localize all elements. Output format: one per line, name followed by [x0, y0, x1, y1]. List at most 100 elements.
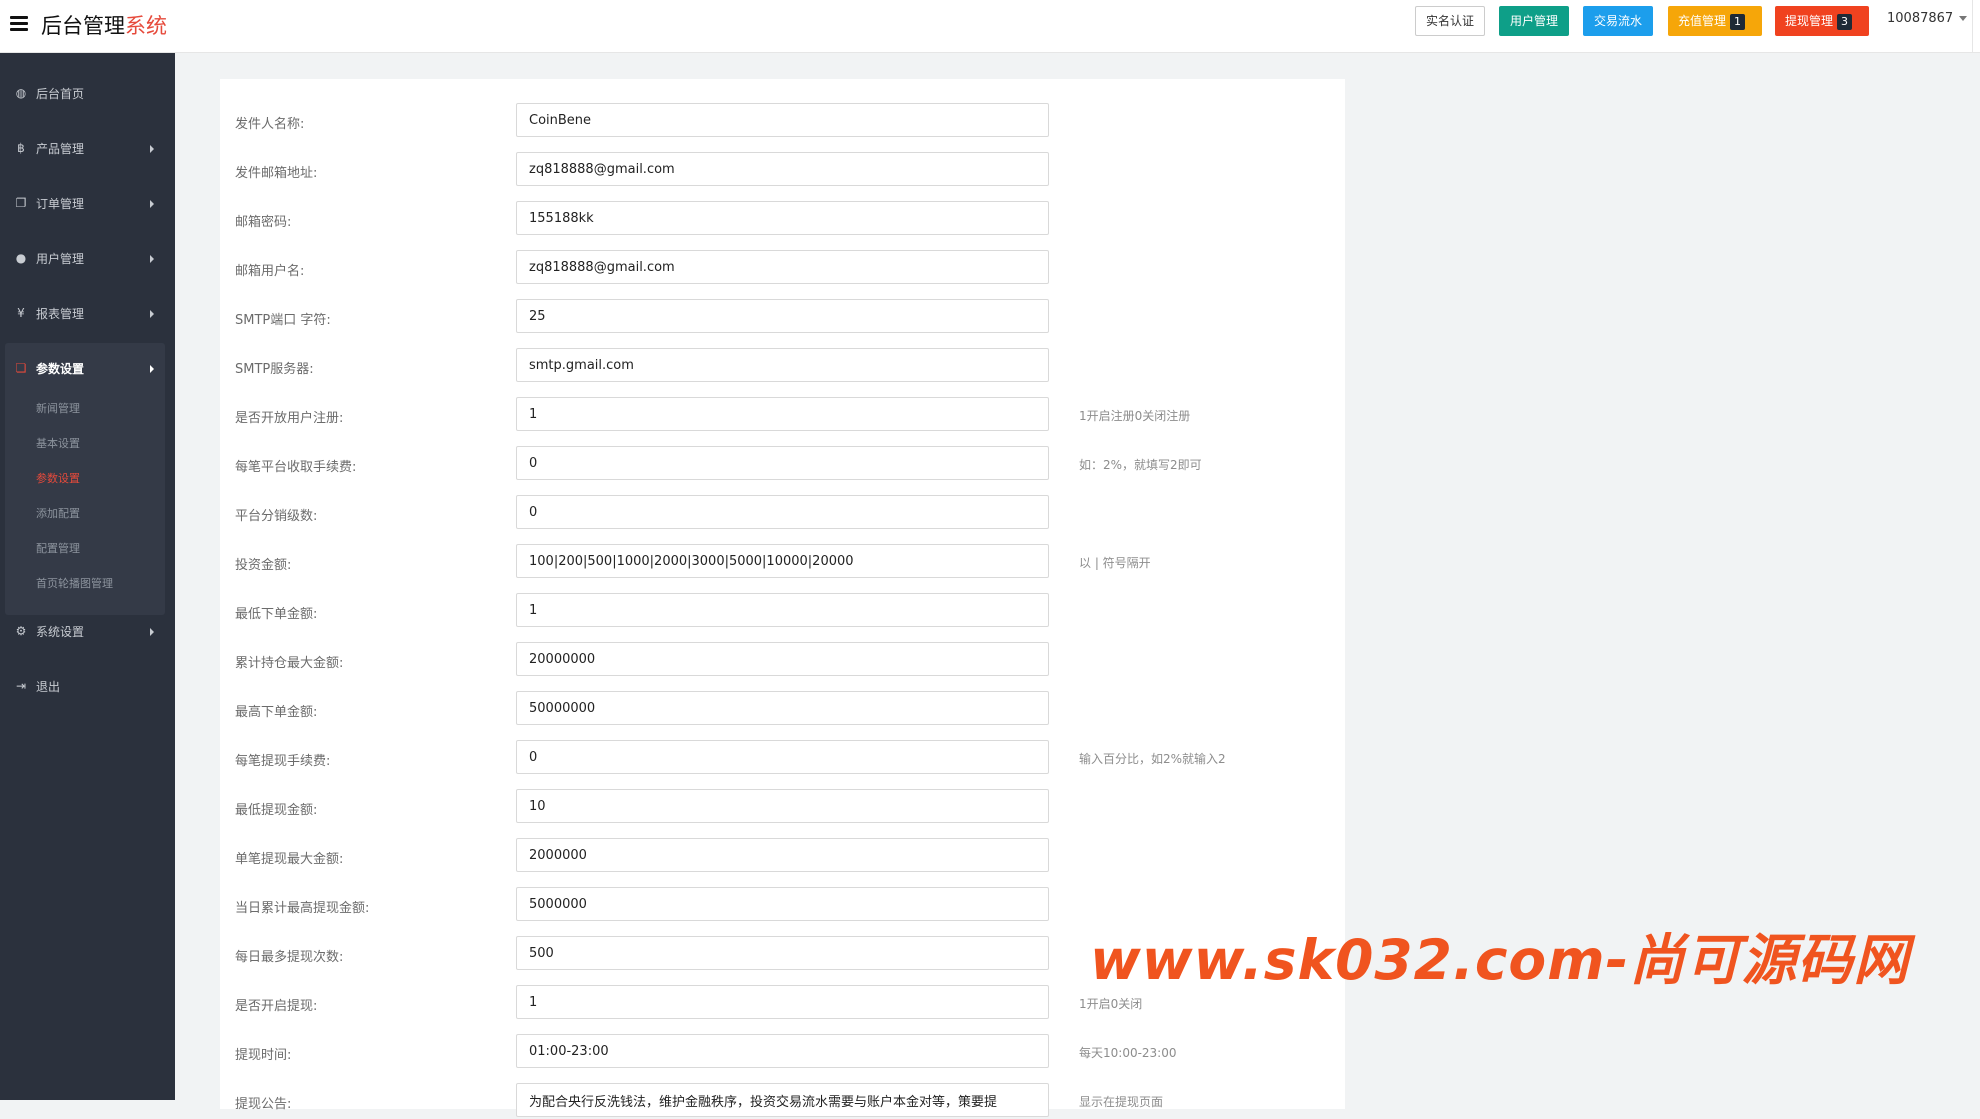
- sidebar-item-parameters[interactable]: ❏ 参数设置: [0, 348, 175, 388]
- sidebar-item-label: 产品管理: [36, 142, 85, 156]
- user-id: 10087867: [1887, 11, 1954, 26]
- file-icon: ❏: [15, 361, 27, 375]
- header-divider: [1972, 0, 1973, 53]
- form-label: SMTP端口 字符:: [235, 313, 331, 328]
- app-title-main: 后台管理: [41, 14, 125, 38]
- form-label: 每笔提现手续费:: [235, 754, 331, 769]
- chevron-right-icon: [150, 145, 154, 153]
- cogs-icon: ⚙: [15, 624, 27, 638]
- form-hint: 1开启注册0关闭注册: [1079, 409, 1191, 423]
- sidebar-item-label: 系统设置: [36, 625, 85, 639]
- sidebar-item-orders[interactable]: ❐ 订单管理: [0, 183, 175, 223]
- copy-icon: ❐: [15, 196, 27, 210]
- form-label: 发件人名称:: [235, 117, 305, 132]
- form-input[interactable]: [516, 103, 1049, 137]
- form-input[interactable]: [516, 397, 1049, 431]
- form-row: 最高下单金额:: [220, 691, 1345, 727]
- form-input[interactable]: [516, 887, 1049, 921]
- form-label: 最高下单金额:: [235, 705, 318, 720]
- form-row: 单笔提现最大金额:: [220, 838, 1345, 874]
- sidebar-subitem-news[interactable]: 新闻管理: [36, 400, 80, 416]
- form-input[interactable]: [516, 642, 1049, 676]
- form-input[interactable]: [516, 299, 1049, 333]
- user-account-dropdown[interactable]: 10087867: [1887, 11, 1968, 26]
- form-label: 是否开放用户注册:: [235, 411, 344, 426]
- form-input[interactable]: [516, 152, 1049, 186]
- form-row: SMTP端口 字符:: [220, 299, 1345, 335]
- trade-records-button[interactable]: 交易流水: [1583, 6, 1653, 36]
- form-hint: 以 | 符号隔开: [1079, 556, 1151, 570]
- sidebar-subitem-basic-settings[interactable]: 基本设置: [36, 435, 80, 451]
- sidebar: ◍ 后台首页 ฿ 产品管理 ❐ 订单管理 ● 用户管理 ¥ 报表管理 ❏ 参数设…: [0, 53, 175, 1100]
- sidebar-item-products[interactable]: ฿ 产品管理: [0, 128, 175, 168]
- form-input[interactable]: [516, 250, 1049, 284]
- form-row: 每笔提现手续费: 输入百分比，如2%就输入2: [220, 740, 1345, 776]
- form-hint: 每天10:00-23:00: [1079, 1046, 1177, 1060]
- form-row: 邮箱密码:: [220, 201, 1345, 237]
- sidebar-subitem-add-config[interactable]: 添加配置: [36, 505, 80, 521]
- form-hint: 1开启0关闭: [1079, 997, 1143, 1011]
- recharge-management-button[interactable]: 充值管理 1: [1668, 6, 1762, 36]
- chevron-right-icon: [150, 200, 154, 208]
- yen-icon: ¥: [17, 306, 25, 320]
- sidebar-item-label: 后台首页: [36, 87, 85, 101]
- form-row: 是否开放用户注册: 1开启注册0关闭注册: [220, 397, 1345, 433]
- form-label: SMTP服务器:: [235, 362, 314, 377]
- form-input[interactable]: [516, 201, 1049, 235]
- form-label: 邮箱密码:: [235, 215, 292, 230]
- form-row: 邮箱用户名:: [220, 250, 1345, 286]
- form-label: 邮箱用户名:: [235, 264, 305, 279]
- form-label: 提现时间:: [235, 1048, 292, 1063]
- form-hint: 如：2%，就填写2即可: [1079, 458, 1202, 472]
- sidebar-subitem-config-management[interactable]: 配置管理: [36, 540, 80, 556]
- form-input[interactable]: [516, 544, 1049, 578]
- form-input[interactable]: [516, 789, 1049, 823]
- dashboard-icon: ◍: [15, 86, 27, 100]
- sidebar-item-home[interactable]: ◍ 后台首页: [0, 73, 175, 113]
- form-row: 提现公告: 显示在提现页面: [220, 1083, 1345, 1119]
- form-row: SMTP服务器:: [220, 348, 1345, 384]
- menu-toggle-icon[interactable]: [10, 16, 28, 31]
- user-management-button[interactable]: 用户管理: [1499, 6, 1569, 36]
- form-input[interactable]: [516, 593, 1049, 627]
- withdraw-management-button[interactable]: 提现管理 3: [1775, 6, 1869, 36]
- withdraw-count-badge: 3: [1837, 13, 1853, 30]
- sidebar-item-label: 退出: [36, 680, 61, 694]
- form-row: 发件邮箱地址:: [220, 152, 1345, 188]
- sidebar-item-reports[interactable]: ¥ 报表管理: [0, 293, 175, 333]
- form-input[interactable]: [516, 691, 1049, 725]
- form-input[interactable]: [516, 1034, 1049, 1068]
- form-label: 每日最多提现次数:: [235, 950, 344, 965]
- form-input[interactable]: [516, 936, 1049, 970]
- chevron-right-icon: [150, 628, 154, 636]
- sidebar-item-system-settings[interactable]: ⚙ 系统设置: [0, 611, 175, 651]
- form-input[interactable]: [516, 740, 1049, 774]
- watermark-text: www.sk032.com-尚可源码网: [1090, 928, 1910, 992]
- user-icon: ●: [15, 251, 27, 265]
- sidebar-item-label: 参数设置: [36, 362, 85, 376]
- sidebar-subitem-carousel[interactable]: 首页轮播图管理: [36, 575, 113, 591]
- form-row: 提现时间: 每天10:00-23:00: [220, 1034, 1345, 1070]
- form-input[interactable]: [516, 348, 1049, 382]
- sidebar-subitem-parameters[interactable]: 参数设置: [36, 470, 80, 486]
- form-input[interactable]: [516, 446, 1049, 480]
- form-label: 发件邮箱地址:: [235, 166, 318, 181]
- form-hint: 输入百分比，如2%就输入2: [1079, 752, 1226, 766]
- sidebar-item-label: 订单管理: [36, 197, 85, 211]
- form-input[interactable]: [516, 838, 1049, 872]
- form-label: 最低下单金额:: [235, 607, 318, 622]
- app-title-accent: 系统: [125, 14, 167, 38]
- form-label: 每笔平台收取手续费:: [235, 460, 357, 475]
- form-row: 投资金额: 以 | 符号隔开: [220, 544, 1345, 580]
- sidebar-item-users[interactable]: ● 用户管理: [0, 238, 175, 278]
- form-label: 累计持仓最大金额:: [235, 656, 344, 671]
- form-hint: 显示在提现页面: [1079, 1095, 1164, 1109]
- form-row: 每笔平台收取手续费: 如：2%，就填写2即可: [220, 446, 1345, 482]
- top-header: 后台管理系统 实名认证 用户管理 交易流水 充值管理 1 提现管理 3 100878…: [0, 0, 1980, 53]
- form-input[interactable]: [516, 985, 1049, 1019]
- sidebar-item-logout[interactable]: ⇥ 退出: [0, 666, 175, 706]
- chevron-down-icon: [1959, 16, 1968, 21]
- verify-button[interactable]: 实名认证: [1415, 6, 1485, 36]
- form-input[interactable]: [516, 1083, 1049, 1117]
- form-input[interactable]: [516, 495, 1049, 529]
